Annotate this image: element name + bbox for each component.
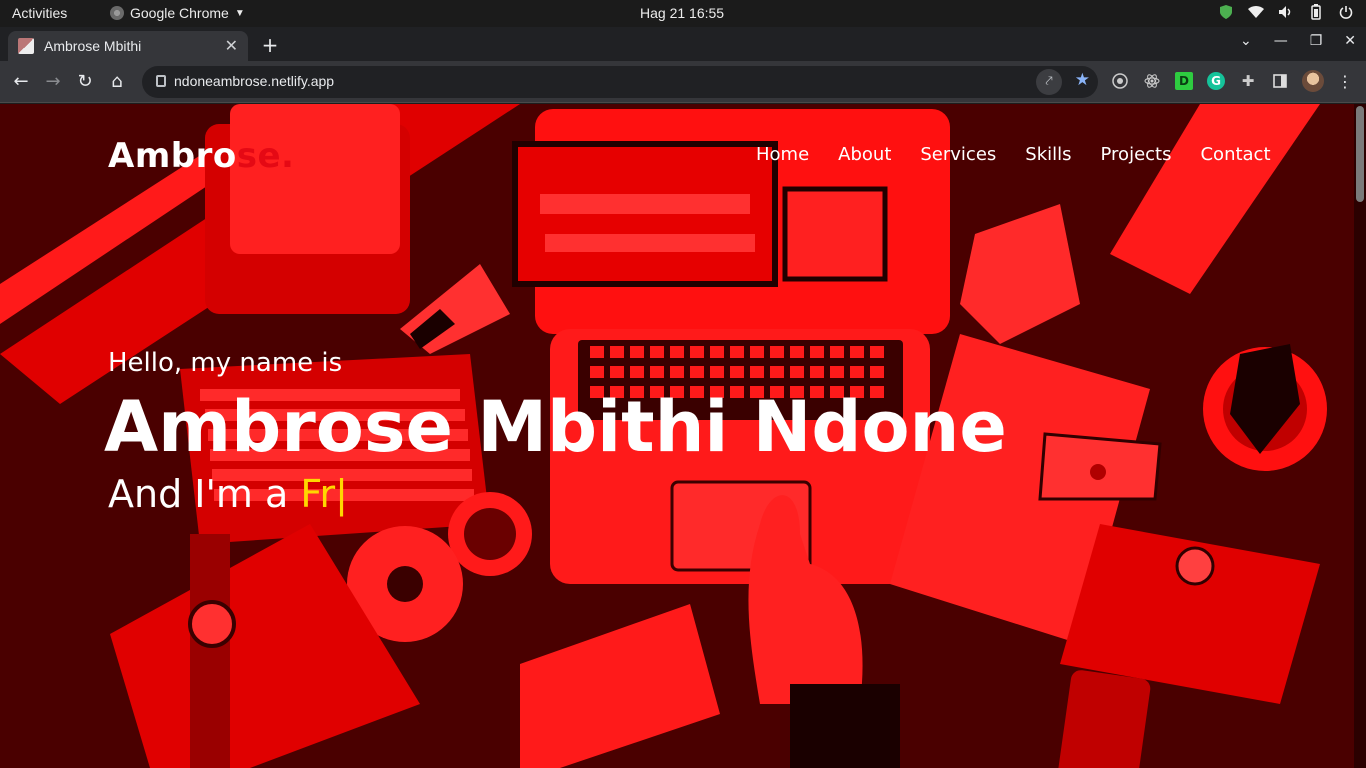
extension-target-icon[interactable] bbox=[1111, 72, 1129, 90]
side-panel-icon[interactable] bbox=[1271, 72, 1289, 90]
clock[interactable]: Hag 21 16:55 bbox=[640, 5, 724, 21]
back-arrow-icon[interactable]: ← bbox=[10, 71, 32, 93]
app-menu[interactable]: Google Chrome ▼ bbox=[110, 5, 245, 21]
site-favicon-icon bbox=[18, 38, 34, 54]
app-name: Google Chrome bbox=[130, 5, 229, 21]
restore-icon[interactable]: ❐ bbox=[1310, 33, 1323, 49]
bookmark-star-icon[interactable]: ★ bbox=[1075, 70, 1090, 90]
window-controls: ⌄ — ❐ ✕ bbox=[1240, 33, 1356, 49]
nav-services-link[interactable]: Services bbox=[920, 144, 996, 165]
hero-role: And I'm a Fr| bbox=[108, 472, 348, 516]
site-logo[interactable]: Ambrose. bbox=[108, 136, 294, 176]
new-tab-button[interactable]: + bbox=[260, 33, 280, 57]
reload-icon[interactable]: ↻ bbox=[74, 71, 96, 93]
profile-avatar[interactable] bbox=[1302, 70, 1324, 92]
typing-cursor: | bbox=[335, 472, 348, 516]
address-bar[interactable]: ndoneambrose.netlify.app ⤤ ★ bbox=[142, 66, 1098, 98]
power-icon[interactable] bbox=[1338, 4, 1354, 20]
extensions-puzzle-icon[interactable]: ✚ bbox=[1239, 72, 1257, 90]
grammarly-icon[interactable]: G bbox=[1207, 72, 1225, 90]
site-nav: Home About Services Skills Projects Cont… bbox=[756, 144, 1271, 165]
hero-name: Ambrose Mbithi Ndone bbox=[104, 386, 1007, 468]
tab-search-icon[interactable]: ⌄ bbox=[1240, 33, 1252, 49]
minimize-icon[interactable]: — bbox=[1274, 33, 1288, 49]
nav-projects-link[interactable]: Projects bbox=[1101, 144, 1172, 165]
nav-skills-link[interactable]: Skills bbox=[1025, 144, 1071, 165]
nav-contact-link[interactable]: Contact bbox=[1200, 144, 1270, 165]
close-window-icon[interactable]: ✕ bbox=[1344, 33, 1356, 49]
role-typed-text: Fr bbox=[300, 472, 336, 516]
nav-home-link[interactable]: Home bbox=[756, 144, 809, 165]
browser-toolbar: ← → ↻ ⌂ ndoneambrose.netlify.app ⤤ ★ D G… bbox=[0, 61, 1366, 103]
battery-icon[interactable] bbox=[1308, 4, 1324, 20]
forward-arrow-icon[interactable]: → bbox=[42, 71, 64, 93]
webpage: Ambrose. Home About Services Skills Proj… bbox=[0, 104, 1366, 768]
react-devtools-icon[interactable] bbox=[1143, 72, 1161, 90]
shield-icon[interactable] bbox=[1218, 4, 1234, 20]
browser-tab[interactable]: Ambrose Mbithi ✕ bbox=[8, 31, 248, 61]
close-tab-icon[interactable]: ✕ bbox=[225, 36, 238, 56]
system-top-bar: Activities Google Chrome ▼ Hag 21 16:55 bbox=[0, 0, 1366, 27]
tab-title: Ambrose Mbithi bbox=[44, 38, 142, 54]
hero-greeting: Hello, my name is bbox=[108, 348, 343, 378]
activities-button[interactable]: Activities bbox=[12, 5, 67, 21]
url-text[interactable]: ndoneambrose.netlify.app bbox=[174, 73, 334, 89]
lock-icon[interactable] bbox=[156, 75, 166, 87]
page-scrollbar[interactable] bbox=[1354, 104, 1366, 768]
tab-strip: Ambrose Mbithi ✕ + ⌄ — ❐ ✕ bbox=[0, 27, 1366, 61]
logo-main: Ambro bbox=[108, 136, 237, 176]
nav-about-link[interactable]: About bbox=[838, 144, 891, 165]
chrome-icon bbox=[110, 6, 124, 20]
scrollbar-thumb[interactable] bbox=[1356, 106, 1364, 202]
dictionary-extension-icon[interactable]: D bbox=[1175, 72, 1193, 90]
chevron-down-icon: ▼ bbox=[234, 7, 245, 19]
home-icon[interactable]: ⌂ bbox=[106, 71, 128, 93]
more-menu-icon[interactable]: ⋮ bbox=[1336, 72, 1354, 91]
system-tray[interactable] bbox=[1218, 4, 1354, 20]
logo-accent: se. bbox=[236, 136, 295, 176]
volume-icon[interactable] bbox=[1278, 4, 1294, 20]
wifi-icon[interactable] bbox=[1248, 4, 1264, 20]
share-icon[interactable]: ⤤ bbox=[1036, 69, 1062, 95]
role-prefix: And I'm a bbox=[108, 472, 301, 516]
